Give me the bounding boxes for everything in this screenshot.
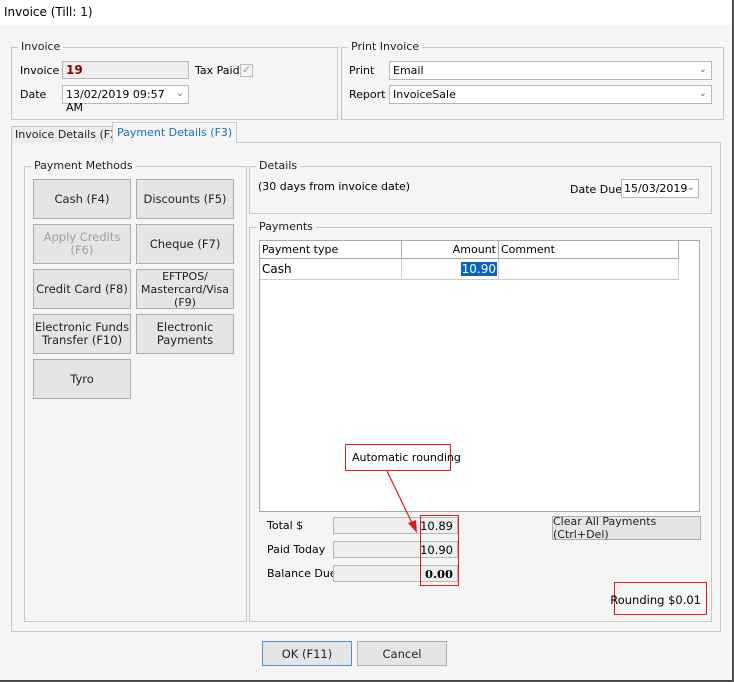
cancel-button-label: Cancel	[382, 646, 422, 661]
ok-button[interactable]: OK (F11)	[262, 641, 352, 666]
invoice-window: Invoice (Till: 1) Invoice Invoice 19 Tax…	[0, 0, 733, 681]
annotation-arrow	[386, 470, 417, 533]
cancel-button[interactable]: Cancel	[357, 641, 447, 666]
ok-button-label: OK (F11)	[281, 646, 333, 661]
